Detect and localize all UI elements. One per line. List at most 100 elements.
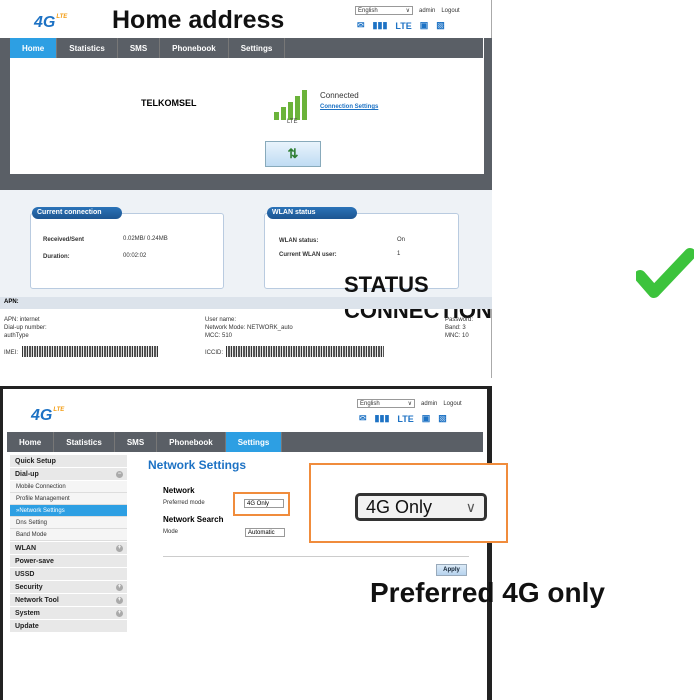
home-screenshot: 4GLTE Home address English admin Logout … [0,0,694,378]
sidebar-item-mobile-connection[interactable]: Mobile Connection [10,481,127,493]
tab-home[interactable]: Home [10,38,58,58]
sidebar-tool-label: Network Tool [15,597,59,604]
sidebar-item-ussd[interactable]: USSD [10,568,127,581]
frame-right [484,38,492,188]
tab-phonebook-2[interactable]: Phonebook [157,432,226,452]
apn-title: APN: [4,299,19,305]
chevron-down-icon: ∨ [465,499,476,515]
home-address-annotation: Home address [112,6,285,34]
device-icon: ▣ [419,20,429,30]
received-sent-label: Received/Sent [43,237,85,243]
user-name: User name: [205,317,237,323]
mnc-value: MNC: 10 [445,333,469,339]
sidebar-system-label: System [15,610,40,617]
mode-select[interactable]: Automatic [245,528,285,537]
tab-settings-2[interactable]: Settings [225,432,283,452]
logo-text-2: 4G [31,407,53,424]
iccid-label: ICCID: [205,350,223,356]
preferred-annotation: Preferred 4G only [370,577,605,608]
imei-label: IMEI: [4,350,19,356]
main-nav: Home Statistics SMS Phonebook Settings [10,38,483,58]
language-select[interactable]: English [355,6,413,15]
connection-settings-link[interactable]: Connection Settings [320,104,378,110]
password-label: Password: [445,317,474,323]
page: 4GLTE Home address English admin Logout … [0,0,700,700]
received-sent-value: 0.02MB/ 0.24MB [123,236,168,242]
sidebar-item-power-save[interactable]: Power-save [10,555,127,568]
apn-value: APN: internet [4,317,40,323]
tab-statistics-2[interactable]: Statistics [54,432,115,452]
signal-lte-label: LTE [287,119,298,125]
network-heading: Network [163,486,195,495]
tab-sms-2[interactable]: SMS [115,432,158,452]
sidebar-security-label: Security [15,584,43,591]
wlan-status-title: WLAN status [267,207,357,219]
expand-icon[interactable]: + [116,610,123,617]
sidebar-item-profile-management[interactable]: Profile Management [10,493,127,505]
sidebar-item-system[interactable]: System + [10,607,127,620]
imei-blurred [22,346,158,357]
wlan-users-value: 1 [397,251,401,257]
zoomed-select: 4G Only ∨ [355,493,487,521]
sidebar-item-update[interactable]: Update [10,620,127,633]
duration-value: 00:02:02 [123,253,147,259]
wlan-status-label: WLAN status: [279,238,319,244]
auth-type: authType [4,333,29,339]
wlan-status-value: On [397,237,406,243]
logo-text: 4G [34,14,56,31]
band-value: Band: 3 [445,325,466,331]
expand-icon[interactable]: + [116,597,123,604]
preferred-mode-select[interactable]: 4G Only [244,499,284,508]
signal-icon: ▮▮▮ [372,20,388,30]
divider [163,556,469,557]
settings-sidebar: Quick Setup Dial-up − Mobile Connection P… [10,455,127,633]
status-icons: ✉ ▮▮▮ LTE ▣ ▧ [357,20,445,31]
status-icons-2: ✉ ▮▮▮ LTE ▣ ▧ [359,413,447,424]
preferred-mode-label: Preferred mode [163,500,205,506]
header-controls: English admin Logout [355,6,460,15]
sidebar-item-quick-setup[interactable]: Quick Setup [10,455,127,468]
tab-sms[interactable]: SMS [118,38,161,58]
sidebar-item-security[interactable]: Security + [10,581,127,594]
page-title: Network Settings [148,458,247,472]
mail-icon-2[interactable]: ✉ [359,413,367,424]
header-controls-2: English admin Logout [357,399,462,408]
expand-icon[interactable]: + [116,545,123,552]
iccid-blurred [226,346,384,357]
tab-statistics[interactable]: Statistics [57,38,118,58]
tab-settings[interactable]: Settings [229,38,286,58]
sidebar-item-network-tool[interactable]: Network Tool + [10,594,127,607]
sidebar-item-wlan[interactable]: WLAN + [10,542,127,555]
device-icon-2: ▣ [421,413,431,423]
connect-toggle-button[interactable]: ⇅ [265,141,321,167]
sidebar-dialup-label: Dial-up [15,471,39,478]
logout-link-2[interactable]: Logout [443,401,461,407]
lte-label-2: LTE [397,413,414,424]
signal-icon-2: ▮▮▮ [374,413,390,423]
logo-4g-lte: 4GLTE [34,14,67,32]
connection-status: Connected [320,91,359,100]
mcc-value: MCC: 510 [205,333,233,339]
expand-icon[interactable]: + [116,584,123,591]
transfer-arrows-icon: ⇅ [287,146,299,161]
signal-bars-icon [274,90,307,120]
zoomed-select-value: 4G Only [366,497,433,517]
network-search-heading: Network Search [163,515,224,524]
sidebar-item-dialup[interactable]: Dial-up − [10,468,127,481]
sidebar-item-band-mode[interactable]: Band Mode [10,529,127,541]
mail-icon[interactable]: ✉ [357,20,365,31]
logout-link[interactable]: Logout [441,8,459,14]
language-select-2[interactable]: English [357,399,415,408]
expand-icon[interactable]: − [116,471,123,478]
network-mode: Network Mode: NETWORK_auto [205,325,293,331]
apply-button[interactable]: Apply [436,564,467,576]
sidebar-item-network-settings[interactable]: »Network Settings [10,505,127,517]
logo-sub: LTE [56,14,68,20]
sidebar-item-dns-setting[interactable]: Dns Setting [10,517,127,529]
wlan-users-label: Current WLAN user: [279,252,337,258]
divider-band [0,174,492,190]
logo-sub-2: LTE [53,407,65,413]
tab-home-2[interactable]: Home [7,432,55,452]
duration-label: Duration: [43,254,70,260]
tab-phonebook[interactable]: Phonebook [160,38,229,58]
